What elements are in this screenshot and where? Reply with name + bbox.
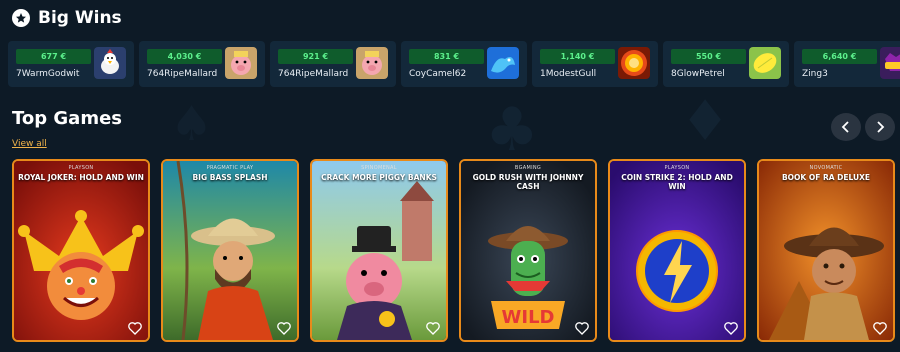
win-item[interactable]: 921 € 764RipeMallard [270, 41, 396, 87]
win-username: 1ModestGull [540, 69, 597, 79]
game-provider: NOVOMATIC [809, 165, 843, 171]
heart-icon[interactable] [574, 320, 590, 336]
pig-game-icon[interactable] [356, 47, 388, 79]
game-card[interactable]: NOVOMATIC BOOK OF RA DELUXE [757, 159, 895, 342]
win-username: 7WarmGodwit [16, 69, 80, 79]
win-item[interactable]: 1,140 € 1ModestGull [532, 41, 658, 87]
win-amount: 921 € [278, 49, 353, 64]
game-card[interactable]: WILD BGAMING GOLD RUSH WITH JOHNNY CASH [459, 159, 597, 342]
win-amount: 1,140 € [540, 49, 615, 64]
game-title: ROYAL JOKER: HOLD AND WIN [18, 173, 144, 182]
dragon-game-icon[interactable] [487, 47, 519, 79]
chicken-game-icon[interactable] [94, 47, 126, 79]
sun-game-icon[interactable] [618, 47, 650, 79]
top-games-title: Top Games [12, 108, 123, 129]
win-item[interactable]: 6,640 € Zing3 [794, 41, 900, 87]
game-thumbnail [14, 161, 148, 340]
win-item[interactable]: 4,030 € 764RipeMallard [139, 41, 265, 87]
big-wins-title: Big Wins [38, 8, 122, 28]
pig-game-icon[interactable] [225, 47, 257, 79]
win-amount: 550 € [671, 49, 746, 64]
game-card[interactable]: PLAYSON ROYAL JOKER: HOLD AND WIN [12, 159, 150, 342]
win-username: 8GlowPetrel [671, 69, 725, 79]
game-thumbnail [163, 161, 297, 340]
carousel-next-button[interactable] [865, 113, 895, 141]
svg-text:♦: ♦ [680, 89, 730, 154]
win-username: CoyCamel62 [409, 69, 467, 79]
game-provider: PLAYSON [68, 165, 94, 171]
game-card[interactable]: SPINOMENAL CRACK MORE PIGGY BANKS [310, 159, 448, 342]
win-amount: 677 € [16, 49, 91, 64]
game-title: GOLD RUSH WITH JOHNNY CASH [472, 173, 584, 191]
heart-icon[interactable] [723, 320, 739, 336]
chevron-right-icon [877, 121, 885, 133]
game-title: BOOK OF RA DELUXE [781, 173, 871, 182]
win-amount: 6,640 € [802, 49, 877, 64]
svg-text:♣: ♣ [485, 95, 539, 165]
carousel-prev-button[interactable] [831, 113, 861, 141]
game-card[interactable]: PLAYSON COIN STRIKE 2: HOLD AND WIN [608, 159, 746, 342]
win-username: Zing3 [802, 69, 828, 79]
game-provider: BGAMING [514, 165, 542, 171]
win-amount: 4,030 € [147, 49, 222, 64]
heart-icon[interactable] [425, 320, 441, 336]
win-item[interactable]: 677 € 7WarmGodwit [8, 41, 134, 87]
game-thumbnail [759, 161, 893, 340]
game-provider: PLAYSON [664, 165, 690, 171]
view-all-link[interactable]: View all [12, 139, 47, 149]
big-wins-list: 677 € 7WarmGodwit 4,030 € 764RipeMallard… [8, 41, 900, 87]
heart-icon[interactable] [872, 320, 888, 336]
svg-text:♠: ♠ [170, 96, 213, 152]
win-username: 764RipeMallard [147, 69, 218, 79]
win-item[interactable]: 831 € CoyCamel62 [401, 41, 527, 87]
star-icon [12, 9, 30, 27]
heart-icon[interactable] [127, 320, 143, 336]
game-title: CRACK MORE PIGGY BANKS [321, 173, 437, 182]
win-item[interactable]: 550 € 8GlowPetrel [663, 41, 789, 87]
big-wins-header: Big Wins [12, 6, 122, 30]
lemon-game-icon[interactable] [749, 47, 781, 79]
game-card[interactable]: PRAGMATIC PLAY BIG BASS SPLASH [161, 159, 299, 342]
svg-text:WILD: WILD [502, 307, 555, 328]
wild-game-icon[interactable] [880, 47, 900, 79]
game-thumbnail [312, 161, 446, 340]
game-title: COIN STRIKE 2: HOLD AND WIN [621, 173, 733, 191]
game-provider: SPINOMENAL [361, 165, 397, 171]
game-title: BIG BASS SPLASH [192, 173, 268, 182]
chevron-left-icon [841, 121, 849, 133]
top-games-carousel: PLAYSON ROYAL JOKER: HOLD AND WIN PRAGMA… [12, 159, 895, 342]
win-amount: 831 € [409, 49, 484, 64]
win-username: 764RipeMallard [278, 69, 349, 79]
game-provider: PRAGMATIC PLAY [206, 165, 254, 171]
heart-icon[interactable] [276, 320, 292, 336]
